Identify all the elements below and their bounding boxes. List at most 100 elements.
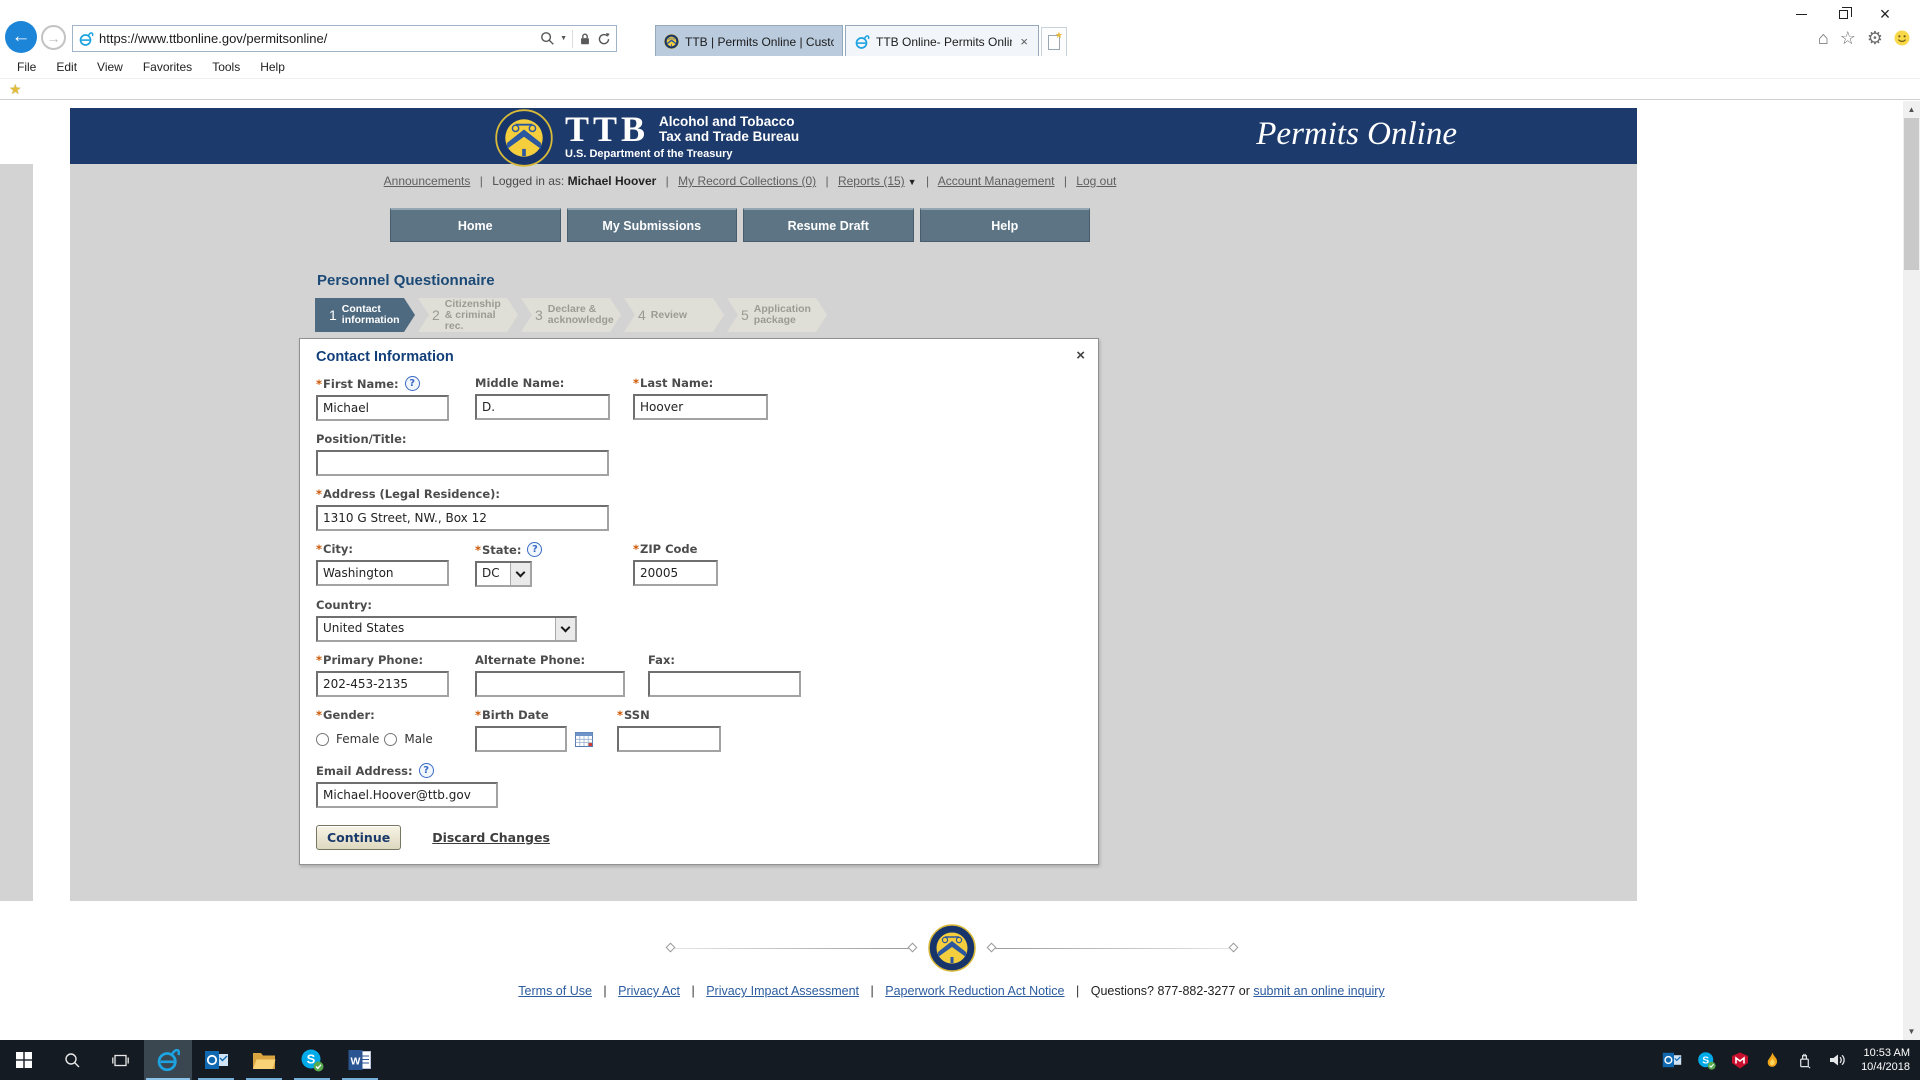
smiley-feedback-icon[interactable] (1894, 30, 1910, 46)
minimize-button[interactable] (1780, 2, 1822, 26)
taskbar-explorer-button[interactable] (240, 1040, 288, 1080)
restore-button[interactable] (1822, 2, 1864, 26)
wizard-step-review: 4 Review (624, 298, 724, 332)
continue-button[interactable]: Continue (316, 825, 401, 850)
fax-label: Fax: (648, 653, 1082, 667)
start-button[interactable] (0, 1040, 48, 1080)
tray-skype-icon[interactable]: S (1697, 1051, 1716, 1070)
select-chevron-icon[interactable] (510, 563, 530, 585)
step-label: Declare & acknowledge (548, 304, 612, 326)
scroll-down-icon[interactable]: ▼ (1903, 1023, 1920, 1040)
tray-mcafee-icon[interactable] (1731, 1052, 1749, 1069)
country-select[interactable]: United States (316, 616, 577, 642)
clock-time: 10:53 AM (1861, 1046, 1910, 1060)
primary-phone-input[interactable] (316, 671, 449, 697)
announcements-link[interactable]: Announcements (384, 174, 471, 188)
refresh-icon[interactable] (597, 32, 611, 46)
vertical-scrollbar[interactable]: ▲ ▼ (1903, 101, 1920, 1040)
taskbar-ie-button[interactable] (144, 1040, 192, 1080)
home-icon[interactable]: ⌂ (1818, 29, 1829, 47)
tray-usb-icon[interactable] (1796, 1052, 1813, 1069)
discard-changes-link[interactable]: Discard Changes (432, 830, 550, 845)
menu-file[interactable]: File (7, 58, 46, 76)
tray-flame-icon[interactable] (1764, 1052, 1781, 1068)
menu-help[interactable]: Help (250, 58, 295, 76)
help-icon[interactable]: ? (419, 763, 434, 778)
birth-date-input[interactable] (475, 726, 567, 752)
menu-tools[interactable]: Tools (202, 58, 250, 76)
tray-volume-icon[interactable] (1828, 1052, 1846, 1068)
fax-input[interactable] (648, 671, 801, 697)
menu-view[interactable]: View (87, 58, 133, 76)
taskbar-search-button[interactable] (48, 1040, 96, 1080)
nav-home-button[interactable]: Home (390, 208, 561, 242)
online-inquiry-link[interactable]: submit an online inquiry (1253, 984, 1384, 998)
tab-close-icon[interactable]: × (1018, 34, 1030, 49)
new-tab-button[interactable] (1041, 27, 1067, 57)
reports-caret-icon[interactable]: ▼ (908, 177, 917, 187)
nav-resume-draft-button[interactable]: Resume Draft (743, 208, 914, 242)
favorites-star-icon[interactable]: ☆ (1840, 29, 1856, 47)
url-text[interactable]: https://www.ttbonline.gov/permitsonline/ (99, 31, 535, 46)
help-icon[interactable]: ? (527, 542, 542, 557)
select-chevron-icon[interactable] (555, 618, 575, 640)
tab-ttb-online-active[interactable]: TTB Online- Permits Online... × (845, 25, 1039, 57)
nav-my-submissions-button[interactable]: My Submissions (567, 208, 738, 242)
ie-favicon (854, 34, 870, 50)
last-name-input[interactable] (633, 394, 768, 420)
middle-name-input[interactable] (475, 394, 610, 420)
favorites-bar-star-icon[interactable]: ★ (9, 81, 22, 98)
close-button[interactable]: × (1864, 2, 1906, 26)
nav-help-button[interactable]: Help (920, 208, 1091, 242)
address-bar[interactable]: https://www.ttbonline.gov/permitsonline/… (72, 25, 617, 52)
panel-close-icon[interactable]: × (1076, 347, 1085, 364)
tray-outlook-icon[interactable] (1662, 1051, 1682, 1069)
bureau-name: Alcohol and Tobacco Tax and Trade Bureau (659, 112, 799, 144)
reports-link[interactable]: Reports (15) (838, 174, 905, 188)
back-button[interactable]: ← (5, 21, 37, 53)
terms-of-use-link[interactable]: Terms of Use (518, 984, 592, 998)
account-management-link[interactable]: Account Management (938, 174, 1055, 188)
separator: | (603, 984, 606, 998)
search-caret-icon[interactable]: ▼ (560, 35, 567, 42)
gender-male-radio[interactable] (384, 733, 397, 746)
position-title-input[interactable] (316, 450, 609, 476)
separator: | (871, 984, 874, 998)
first-name-input[interactable] (316, 395, 449, 421)
taskbar-clock[interactable]: 10:53 AM 10/4/2018 (1861, 1046, 1910, 1074)
task-view-button[interactable] (96, 1040, 144, 1080)
help-icon[interactable]: ? (405, 376, 420, 391)
calendar-icon[interactable] (575, 731, 593, 747)
gender-female-radio[interactable] (316, 733, 329, 746)
log-out-link[interactable]: Log out (1076, 174, 1116, 188)
ssn-input[interactable] (617, 726, 721, 752)
scrollbar-thumb[interactable] (1904, 118, 1919, 270)
search-icon[interactable] (540, 31, 555, 46)
wizard-step-application-package: 5 Application package (727, 298, 827, 332)
ttb-acronym: TTB (565, 112, 649, 146)
city-input[interactable] (316, 560, 449, 586)
zip-input[interactable] (633, 560, 718, 586)
paperwork-reduction-link[interactable]: Paperwork Reduction Act Notice (885, 984, 1064, 998)
state-select[interactable]: DC (475, 561, 532, 587)
settings-gear-icon[interactable]: ⚙ (1867, 29, 1883, 47)
wizard-step-contact-information: 1 Contact information (315, 298, 415, 332)
taskbar-outlook-button[interactable] (192, 1040, 240, 1080)
user-name: Michael Hoover (568, 174, 657, 188)
taskbar-word-button[interactable]: W (336, 1040, 384, 1080)
menu-favorites[interactable]: Favorites (133, 58, 202, 76)
email-input[interactable] (316, 782, 498, 808)
primary-phone-label: *Primary Phone: (316, 653, 475, 667)
privacy-impact-link[interactable]: Privacy Impact Assessment (706, 984, 859, 998)
privacy-act-link[interactable]: Privacy Act (618, 984, 680, 998)
window-controls: × (1780, 2, 1906, 26)
alternate-phone-input[interactable] (475, 671, 625, 697)
app-title: Permits Online (1256, 116, 1457, 153)
menu-edit[interactable]: Edit (46, 58, 87, 76)
address-input[interactable] (316, 505, 609, 531)
tab-ttb-permits[interactable]: TTB | Permits Online | Custom... (655, 25, 843, 57)
forward-button[interactable]: → (41, 25, 66, 50)
scroll-up-icon[interactable]: ▲ (1903, 101, 1920, 118)
record-collections-link[interactable]: My Record Collections (0) (678, 174, 816, 188)
taskbar-skype-button[interactable]: S (288, 1040, 336, 1080)
